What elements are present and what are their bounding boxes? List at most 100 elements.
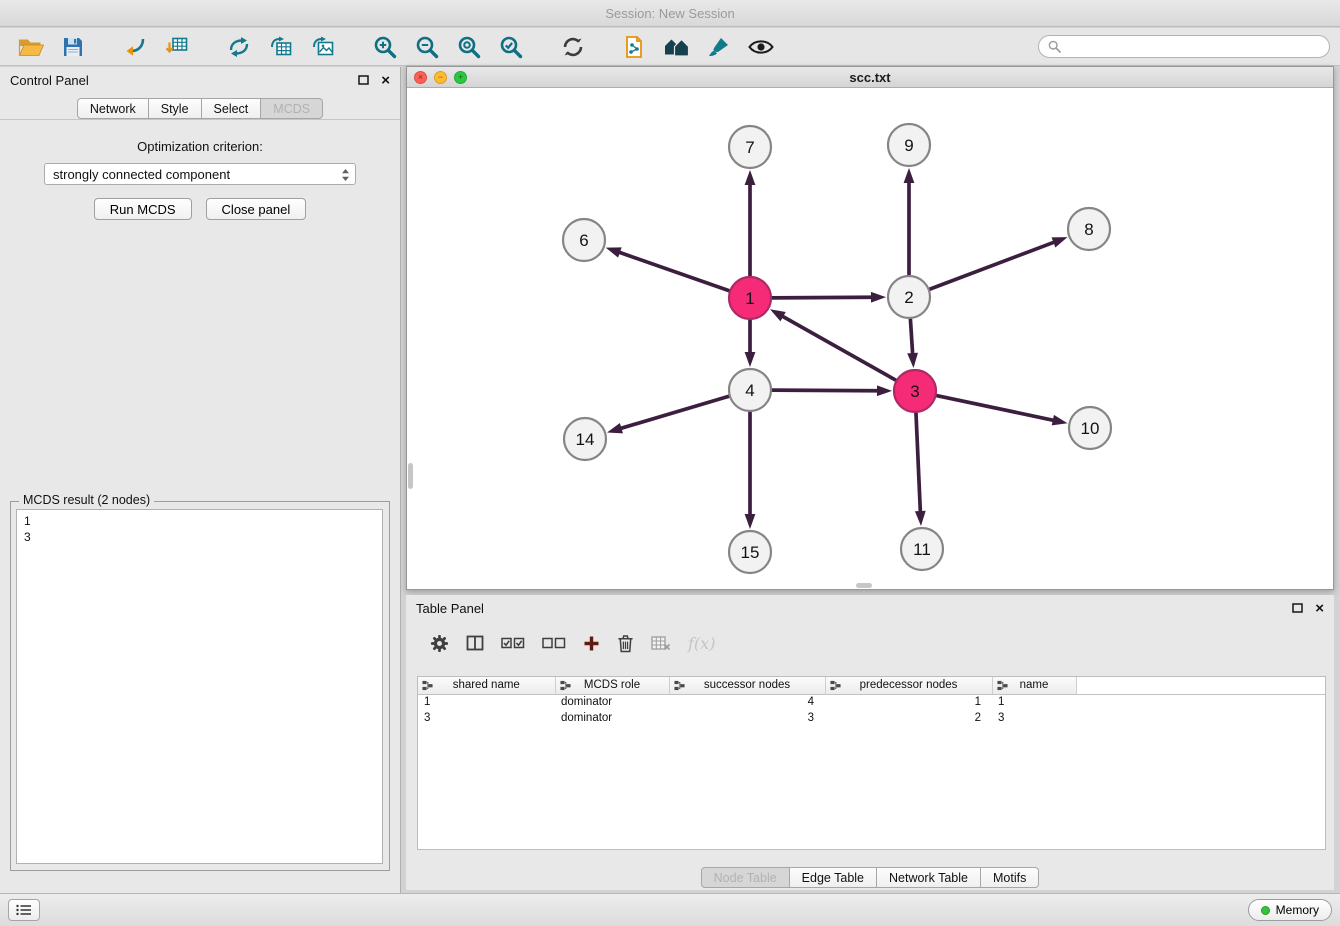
apply-style-button[interactable] xyxy=(698,31,740,63)
column-header-mcds-role[interactable]: MCDS role xyxy=(555,677,669,694)
tab-edge-table[interactable]: Edge Table xyxy=(790,867,877,888)
node-10[interactable]: 10 xyxy=(1069,407,1111,449)
close-panel-button[interactable]: × xyxy=(381,73,390,88)
column-header-successor-nodes[interactable]: successor nodes xyxy=(669,677,825,694)
edge-1-2[interactable] xyxy=(772,292,886,303)
edge-2-3[interactable] xyxy=(907,319,918,368)
edge-3-1[interactable] xyxy=(770,309,896,380)
float-panel-button[interactable] xyxy=(358,75,369,85)
network-canvas[interactable]: 7 9 6 8 1 2 4 3 10 14 15 11 xyxy=(407,88,1333,589)
close-table-panel-button[interactable]: × xyxy=(1315,601,1324,616)
create-column-button[interactable] xyxy=(583,635,600,652)
table-row[interactable]: 1dominator411 xyxy=(418,694,1325,710)
memory-button[interactable]: Memory xyxy=(1248,899,1332,921)
tab-network-table[interactable]: Network Table xyxy=(877,867,981,888)
mcds-result-item[interactable]: 3 xyxy=(24,529,375,545)
run-mcds-button[interactable]: Run MCDS xyxy=(94,198,192,220)
column-header-predecessor-nodes[interactable]: predecessor nodes xyxy=(825,677,992,694)
edge-2-9[interactable] xyxy=(904,168,915,275)
export-image-button[interactable] xyxy=(302,31,344,63)
tab-network[interactable]: Network xyxy=(77,98,149,119)
edge-1-7[interactable] xyxy=(745,170,756,276)
network-document-button[interactable] xyxy=(614,31,656,63)
edge-4-15[interactable] xyxy=(745,412,756,529)
column-header-name[interactable]: name xyxy=(992,677,1076,694)
edge-2-8[interactable] xyxy=(930,237,1068,289)
close-mcds-panel-button[interactable]: Close panel xyxy=(206,198,307,220)
home-button[interactable] xyxy=(656,31,698,63)
cell-predecessor-nodes[interactable]: 1 xyxy=(825,694,992,710)
tab-node-table[interactable]: Node Table xyxy=(701,867,790,888)
node-2[interactable]: 2 xyxy=(888,276,930,318)
cell-shared-name[interactable]: 1 xyxy=(418,694,555,710)
zoom-in-button[interactable] xyxy=(364,31,406,63)
cell-shared-name[interactable]: 3 xyxy=(418,710,555,726)
refresh-button[interactable] xyxy=(552,31,594,63)
table-row[interactable]: 3dominator323 xyxy=(418,710,1325,726)
node-6[interactable]: 6 xyxy=(563,219,605,261)
select-all-columns-button[interactable] xyxy=(501,635,525,651)
float-table-panel-button[interactable] xyxy=(1292,603,1303,613)
node-14[interactable]: 14 xyxy=(564,418,606,460)
node-8[interactable]: 8 xyxy=(1068,208,1110,250)
tab-mcds[interactable]: MCDS xyxy=(261,98,323,119)
zoom-out-button[interactable] xyxy=(406,31,448,63)
delete-table-button[interactable] xyxy=(651,635,671,651)
column-header-shared-name[interactable]: shared name xyxy=(418,677,555,694)
close-icon: × xyxy=(381,72,390,89)
zoom-fit-button[interactable] xyxy=(448,31,490,63)
open-session-button[interactable] xyxy=(10,31,52,63)
tab-motifs[interactable]: Motifs xyxy=(981,867,1039,888)
node-15[interactable]: 15 xyxy=(729,531,771,573)
mcds-result-list[interactable]: 13 xyxy=(16,509,383,864)
node-3[interactable]: 3 xyxy=(894,370,936,412)
show-details-button[interactable] xyxy=(740,31,782,63)
node-11[interactable]: 11 xyxy=(901,528,943,570)
cell-filler xyxy=(1076,694,1325,710)
save-session-button[interactable] xyxy=(52,31,94,63)
close-window-icon[interactable]: × xyxy=(414,71,427,84)
node-7[interactable]: 7 xyxy=(729,126,771,168)
cell-name[interactable]: 3 xyxy=(992,710,1076,726)
export-table-button[interactable] xyxy=(260,31,302,63)
search-box[interactable] xyxy=(1038,35,1330,58)
delete-columns-button[interactable] xyxy=(617,634,634,653)
tab-style[interactable]: Style xyxy=(149,98,202,119)
unselect-all-columns-button[interactable] xyxy=(542,635,566,651)
cell-mcds-role[interactable]: dominator xyxy=(555,710,669,726)
import-network-button[interactable] xyxy=(114,31,156,63)
network-window-titlebar[interactable]: scc.txt ×−+ xyxy=(407,67,1333,88)
node-9[interactable]: 9 xyxy=(888,124,930,166)
cell-successor-nodes[interactable]: 4 xyxy=(669,694,825,710)
search-input[interactable] xyxy=(1066,40,1320,54)
svg-text:15: 15 xyxy=(741,543,760,562)
zoom-window-icon[interactable]: + xyxy=(454,71,467,84)
show-columns-button[interactable] xyxy=(466,634,484,652)
minimize-window-icon[interactable]: − xyxy=(434,71,447,84)
edge-1-4[interactable] xyxy=(745,320,756,367)
function-builder-button[interactable]: f(x) xyxy=(688,634,715,653)
import-table-button[interactable] xyxy=(156,31,198,63)
edge-4-3[interactable] xyxy=(772,385,892,396)
edge-4-14[interactable] xyxy=(607,396,729,433)
panel-menu-button[interactable] xyxy=(8,899,40,921)
mcds-result-item[interactable]: 1 xyxy=(24,513,375,529)
edge-3-11[interactable] xyxy=(915,413,926,526)
node-4[interactable]: 4 xyxy=(729,369,771,411)
cell-mcds-role[interactable]: dominator xyxy=(555,694,669,710)
vertical-scrollbar-thumb[interactable] xyxy=(408,463,413,489)
optimization-criterion-select[interactable]: strongly connected component xyxy=(44,163,356,185)
zoom-selected-button[interactable] xyxy=(490,31,532,63)
cell-successor-nodes[interactable]: 3 xyxy=(669,710,825,726)
edge-1-6[interactable] xyxy=(606,247,730,290)
table-settings-button[interactable] xyxy=(430,634,449,653)
table-panel: Table Panel × xyxy=(406,595,1334,890)
tab-select[interactable]: Select xyxy=(202,98,262,119)
node-1[interactable]: 1 xyxy=(729,277,771,319)
export-network-button[interactable] xyxy=(218,31,260,63)
cell-name[interactable]: 1 xyxy=(992,694,1076,710)
float-window-icon xyxy=(358,75,369,85)
horizontal-scrollbar-thumb[interactable] xyxy=(856,583,872,588)
edge-3-10[interactable] xyxy=(937,396,1068,426)
cell-predecessor-nodes[interactable]: 2 xyxy=(825,710,992,726)
